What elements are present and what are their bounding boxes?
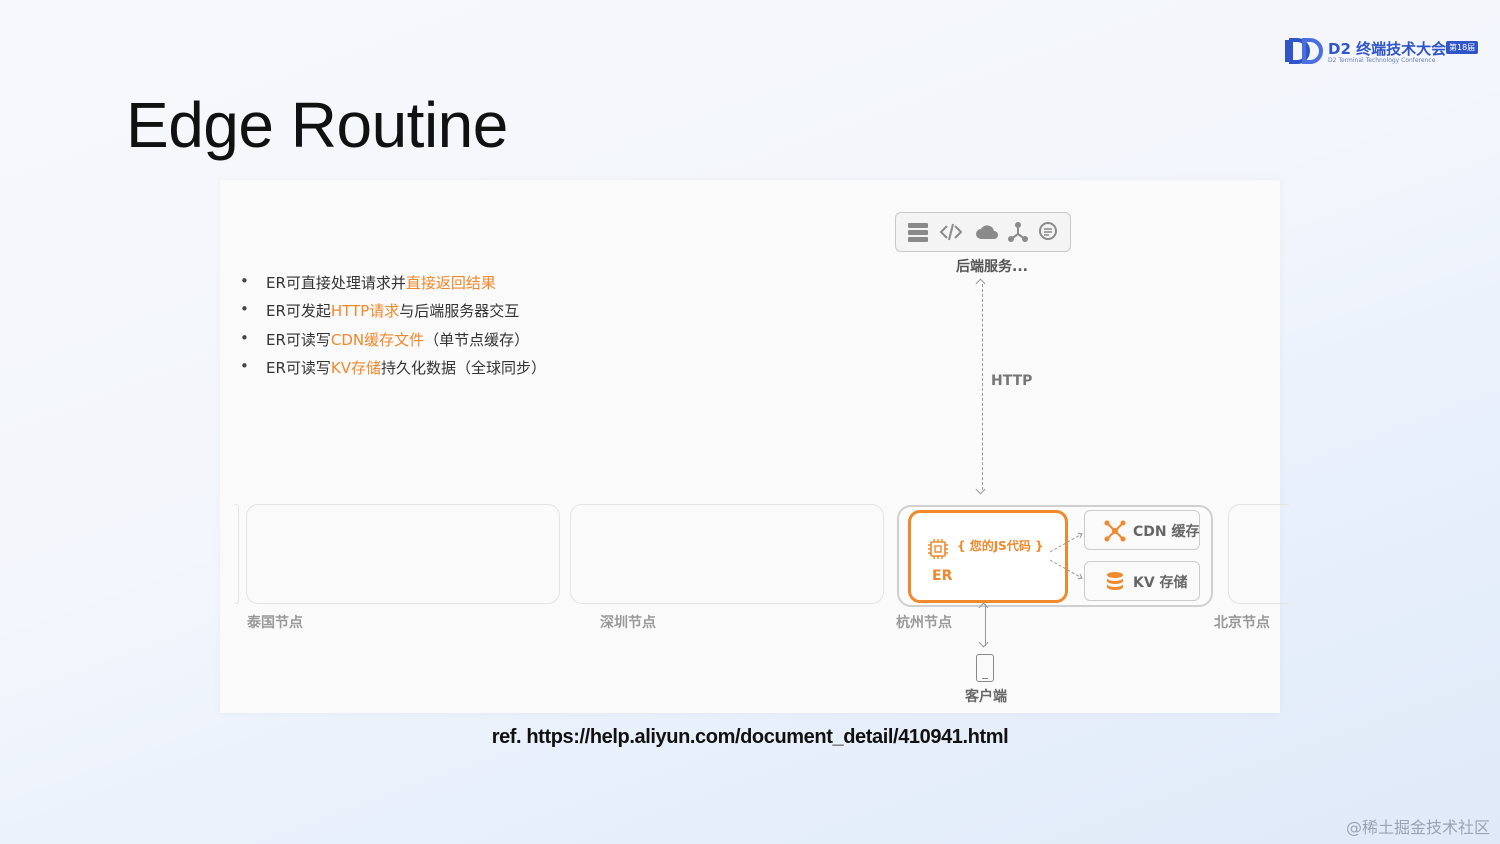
node-box-beijing [1228,504,1289,604]
cdn-icon [1104,520,1126,542]
chip-icon [928,539,948,559]
feature-highlight: KV存储 [330,358,382,377]
feature-text: ER可读写 [266,358,331,377]
feature-text: 持久化数据（全球同步） [381,358,547,377]
feature-highlight: HTTP请求 [330,302,400,321]
conference-subtitle: D2 Terminal Technology Conference [1328,57,1436,64]
slide-title: Edge Routine [126,89,508,161]
http-connection-line [982,284,984,490]
backend-services-label: 后端服务... [956,259,1028,275]
storage-connector-arrows [1049,532,1083,580]
feature-text: ER可读写 [266,330,331,349]
diagram-panel: ER可直接处理请求并直接返回结果 ER可发起HTTP请求与后端服务器交互 ER可… [220,180,1289,713]
feature-item: ER可读写CDN缓存文件（单节点缓存） [240,329,546,357]
node-box-edge [234,504,239,604]
client-label: 客户端 [965,689,1007,705]
cdn-cache-box: CDN 缓存 [1084,510,1200,550]
kv-storage-box: KV 存储 [1084,561,1200,601]
d2-logo-icon [1285,38,1323,64]
er-label: ER [932,568,953,584]
conference-name: D2 终端技术大会 [1328,40,1447,58]
feature-text: （单节点缓存） [424,330,530,349]
js-code-label: { 您的JS代码 } [957,539,1044,553]
reference-link[interactable]: ref. https://help.aliyun.com/document_de… [0,726,1500,749]
edition-badge: 第18届 [1446,41,1479,54]
feature-item: ER可读写KV存储持久化数据（全球同步） [240,357,546,385]
node-box-thailand [246,504,560,604]
code-icon [939,223,963,241]
feature-text: ER可发起 [266,302,331,321]
feature-item: ER可发起HTTP请求与后端服务器交互 [240,300,546,328]
search-icon [1039,222,1057,240]
kv-storage-label: KV 存储 [1133,575,1188,591]
node-box-shenzhen [570,504,884,604]
feature-text: 与后端服务器交互 [399,302,520,321]
database-icon [1107,572,1123,590]
server-icon [908,223,928,242]
cdn-cache-label: CDN 缓存 [1133,524,1200,540]
feature-highlight: CDN缓存文件 [330,330,425,349]
feature-highlight: 直接返回结果 [405,274,496,292]
http-label: HTTP [991,373,1033,389]
node-label-thailand: 泰国节点 [247,615,303,631]
node-label-beijing: 北京节点 [1214,615,1270,631]
node-label-shenzhen: 深圳节点 [600,615,656,631]
network-icon [1008,222,1028,242]
mobile-phone-icon [976,654,994,682]
feature-list: ER可直接处理请求并直接返回结果 ER可发起HTTP请求与后端服务器交互 ER可… [240,272,546,385]
node-label-hangzhou: 杭州节点 [896,615,952,631]
backend-services-box [895,212,1071,252]
cloud-icon [976,225,998,239]
conference-logo: D2 终端技术大会 第18届 D2 Terminal Technology Co… [1284,38,1484,68]
watermark-text: @稀土掘金技术社区 [1345,818,1490,837]
feature-item: ER可直接处理请求并直接返回结果 [240,272,546,300]
feature-text: ER可直接处理请求并 [266,274,406,292]
